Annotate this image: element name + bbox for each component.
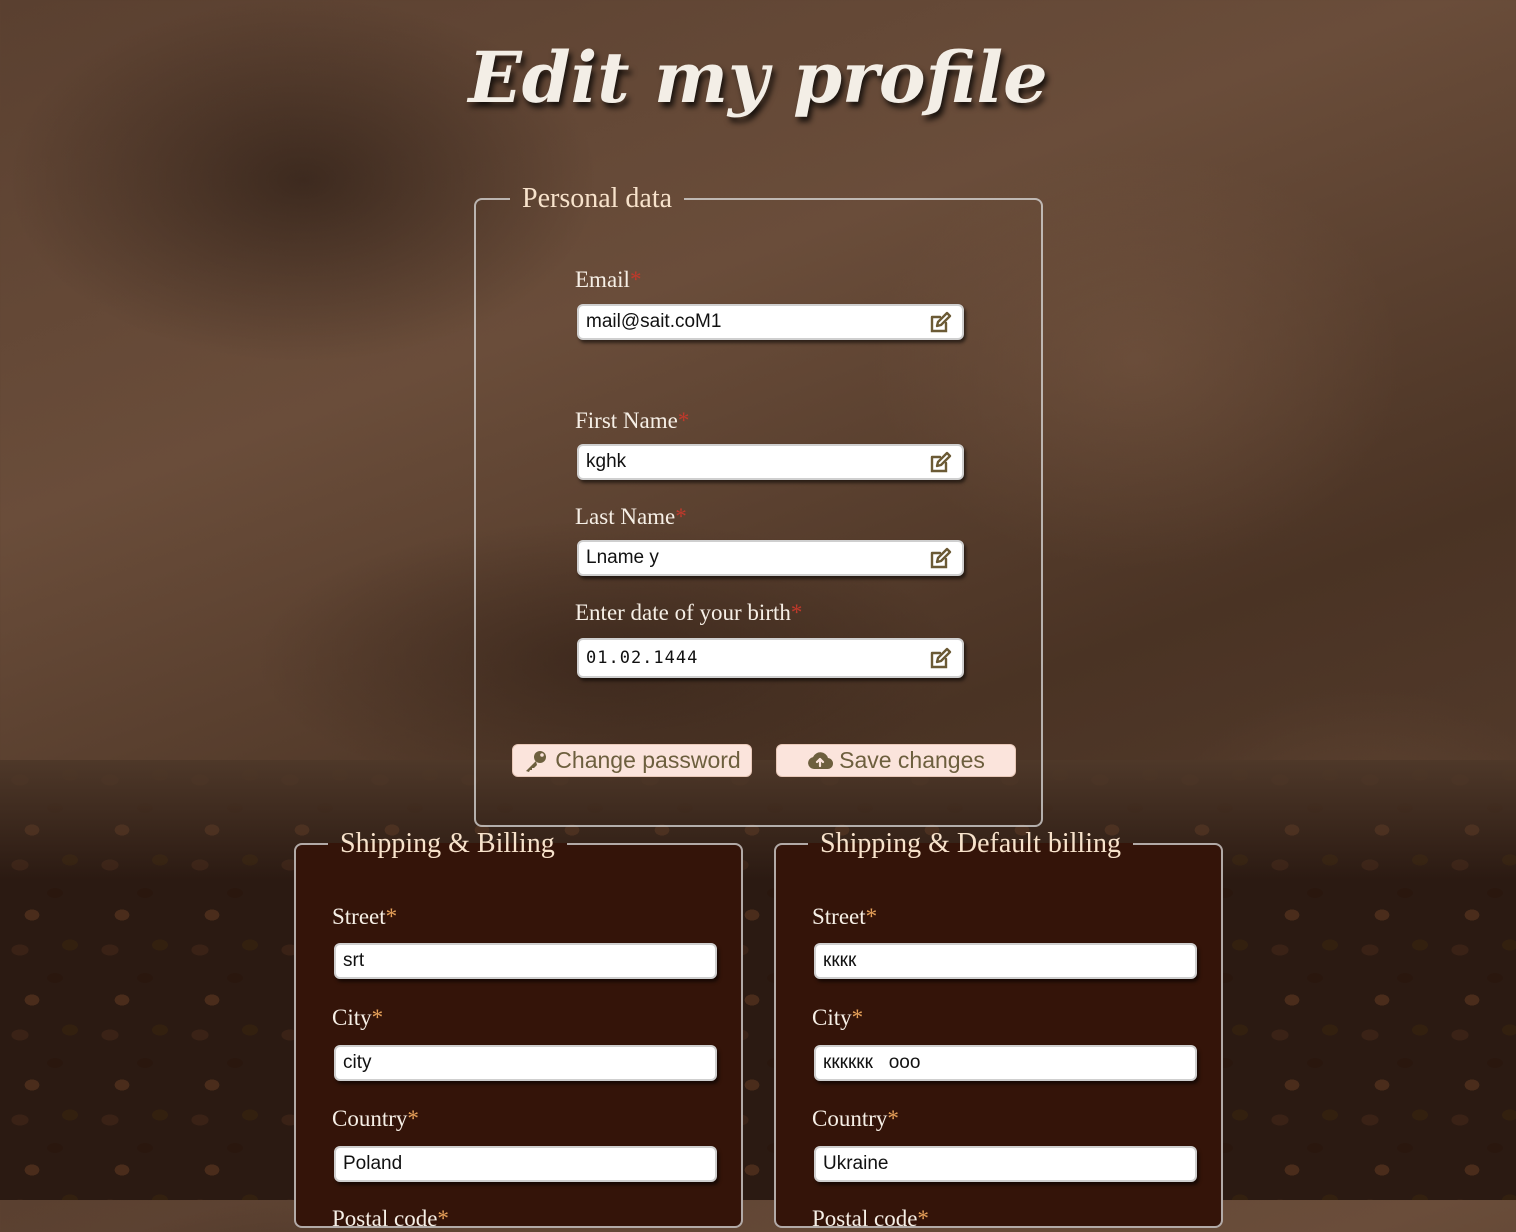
personal-data-fieldset: Personal data Email* mail@sait.coM1 Firs… — [474, 183, 1043, 827]
city-field[interactable]: кккккк ооо — [814, 1045, 1197, 1081]
street-field[interactable]: кккк — [814, 943, 1197, 979]
last-name-label: Last Name* — [575, 504, 687, 529]
street-field[interactable]: srt — [334, 943, 717, 979]
email-label: Email* — [575, 267, 642, 292]
street-label: Street* — [812, 904, 878, 929]
country-label: Country* — [332, 1106, 419, 1131]
email-field[interactable]: mail@sait.coM1 — [577, 304, 964, 340]
first-name-label: First Name* — [575, 408, 690, 433]
shipping-billing-legend: Shipping & Billing — [340, 828, 555, 859]
edit-icon[interactable] — [928, 647, 952, 671]
country-value: Poland — [343, 1153, 403, 1174]
city-field[interactable]: city — [334, 1045, 717, 1081]
email-value: mail@sait.coM1 — [586, 311, 722, 332]
page-title: Edit my profile — [468, 36, 1048, 119]
country-field[interactable]: Ukraine — [814, 1146, 1197, 1182]
street-value: srt — [343, 950, 365, 971]
city-label: City* — [332, 1005, 384, 1030]
city-label: City* — [812, 1005, 864, 1030]
country-value: Ukraine — [823, 1153, 889, 1174]
first-name-field[interactable]: kghk — [577, 444, 964, 480]
edit-icon[interactable] — [928, 547, 952, 571]
birth-date-value: 01.02.1444 — [586, 648, 699, 668]
last-name-field[interactable]: Lname y — [577, 540, 964, 576]
shipping-default-billing-legend: Shipping & Default billing — [820, 828, 1121, 859]
city-value: кккккк ооо — [823, 1052, 921, 1073]
country-label: Country* — [812, 1106, 899, 1131]
street-label: Street* — [332, 904, 398, 929]
last-name-value: Lname y — [586, 547, 659, 568]
postal-code-label: Postal code* — [332, 1206, 449, 1231]
first-name-value: kghk — [586, 451, 627, 472]
edit-icon[interactable] — [928, 451, 952, 475]
street-value: кккк — [823, 950, 857, 971]
shipping-default-billing-fieldset: Shipping & Default billing Street* кккк … — [774, 828, 1223, 1231]
shipping-billing-fieldset: Shipping & Billing Street* srt City* cit… — [294, 828, 743, 1231]
personal-data-legend: Personal data — [522, 183, 673, 214]
birth-date-field[interactable]: 01.02.1444 — [577, 638, 964, 678]
country-field[interactable]: Poland — [334, 1146, 717, 1182]
postal-code-label: Postal code* — [812, 1206, 929, 1231]
birth-date-label: Enter date of your birth* — [575, 600, 803, 625]
city-value: city — [343, 1052, 372, 1073]
edit-icon[interactable] — [928, 311, 952, 335]
